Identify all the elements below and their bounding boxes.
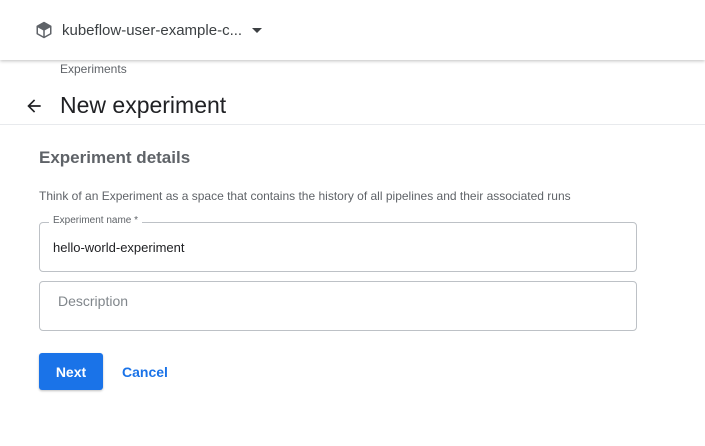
caret-down-icon [252,27,263,33]
section-title: Experiment details [39,148,191,167]
page-title: New experiment [60,92,227,118]
breadcrumb[interactable]: Experiments [60,62,127,76]
cancel-button[interactable]: Cancel [112,353,178,390]
back-button[interactable] [22,94,46,118]
next-button[interactable]: Next [39,353,103,390]
description-field[interactable]: Description [39,281,637,331]
section-description: Think of an Experiment as a space that c… [39,189,571,203]
namespace-selector[interactable]: kubeflow-user-example-c... [34,18,263,42]
top-bar: kubeflow-user-example-c... [0,0,705,60]
namespace-label: kubeflow-user-example-c... [62,21,243,39]
experiment-name-field[interactable]: Experiment name * hello-world-experiment [39,215,637,272]
title-row: New experiment [0,88,705,125]
experiment-name-value[interactable]: hello-world-experiment [53,240,185,255]
experiment-name-label: Experiment name * [49,215,143,226]
cube-icon [34,20,54,40]
arrow-back-icon [27,99,41,113]
description-placeholder: Description [58,293,129,309]
